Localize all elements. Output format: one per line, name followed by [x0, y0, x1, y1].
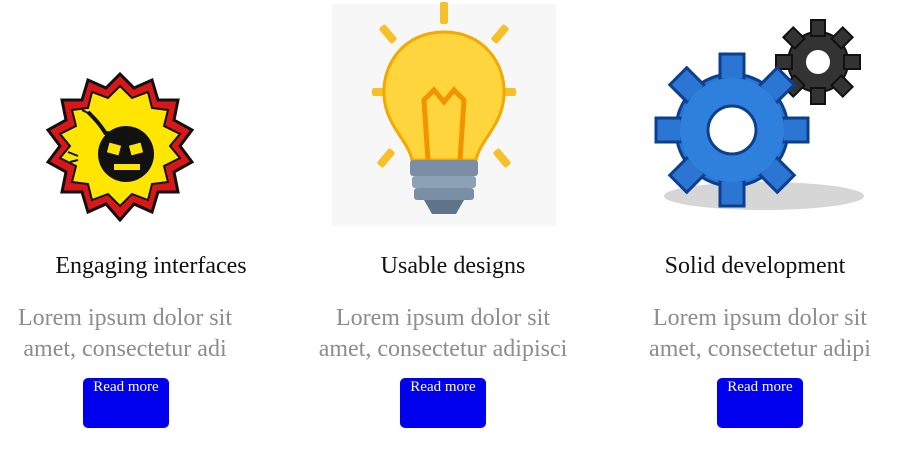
- bomb-badge-icon: [45, 71, 195, 223]
- gears-icon: [654, 19, 864, 210]
- feature-card-solid: Solid development Lorem ipsum dolor sit …: [604, 0, 906, 467]
- read-more-button[interactable]: Read more: [400, 378, 486, 428]
- card-title: Engaging interfaces: [55, 253, 247, 279]
- lightbulb-icon: [332, 2, 556, 226]
- card-description: Lorem ipsum dolor sit amet, consectetur …: [649, 305, 871, 362]
- card-description: Lorem ipsum dolor sit amet, consectetur …: [18, 305, 232, 362]
- read-more-button[interactable]: Read more: [717, 378, 803, 428]
- card-description: Lorem ipsum dolor sit amet, consectetur …: [318, 305, 568, 362]
- feature-card-usable: Usable designs Lorem ipsum dolor sit ame…: [302, 0, 604, 467]
- read-more-button[interactable]: Read more: [83, 378, 169, 428]
- card-title: Solid development: [664, 253, 846, 279]
- feature-card-engaging: Engaging interfaces Lorem ipsum dolor si…: [0, 0, 302, 467]
- card-title: Usable designs: [380, 253, 526, 279]
